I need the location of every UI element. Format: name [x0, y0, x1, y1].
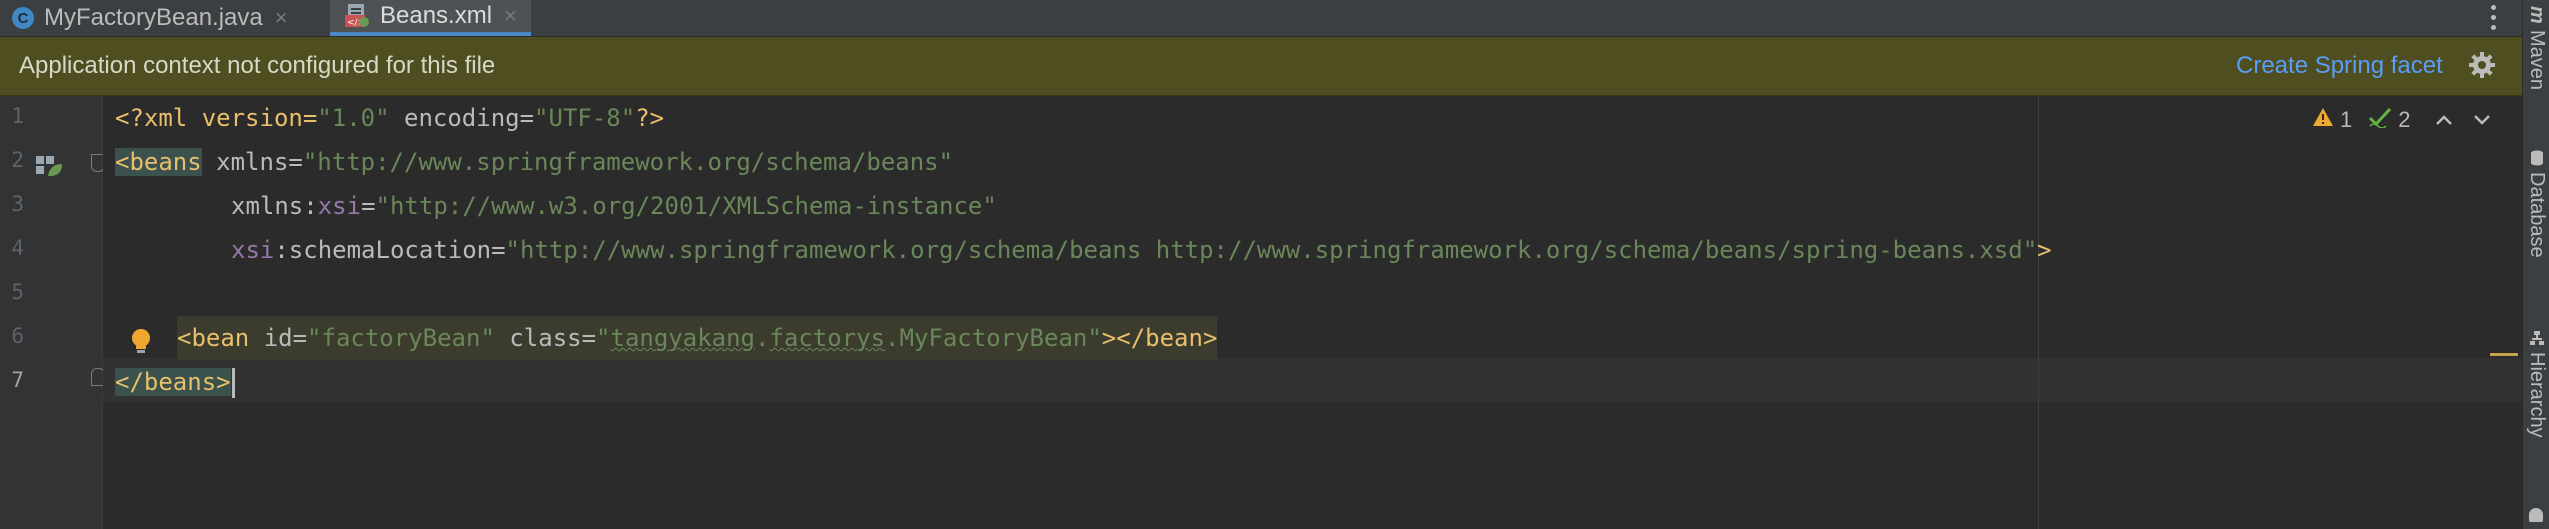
- notification-message: Application context not configured for t…: [19, 52, 496, 79]
- error-stripe-mark[interactable]: [2490, 353, 2518, 356]
- spring-xml-icon: </>: [344, 3, 370, 29]
- chevron-down-icon[interactable]: [2473, 107, 2491, 133]
- current-line-highlight: [103, 358, 2522, 402]
- bell-icon[interactable]: [2529, 508, 2543, 522]
- code-line-4: xsi:schemaLocation="http://www.springfra…: [231, 236, 2052, 264]
- maven-icon: m: [2526, 6, 2548, 24]
- more-options-icon[interactable]: [2488, 2, 2498, 32]
- code-editor[interactable]: <?xml version="1.0" encoding="UTF-8"?> <…: [103, 96, 2522, 529]
- close-icon[interactable]: ×: [275, 5, 288, 31]
- tab-label: Beans.xml: [380, 2, 493, 29]
- line-number: 4: [11, 236, 24, 260]
- weak-warning-icon: [2368, 106, 2392, 134]
- warning-icon: [2312, 107, 2334, 133]
- database-tool-button[interactable]: Database: [2523, 150, 2549, 258]
- line-number: 1: [11, 104, 24, 128]
- tab-beans-xml[interactable]: </> Beans.xml ×: [330, 0, 531, 36]
- code-line-2: <beans xmlns="http://www.springframework…: [115, 148, 954, 176]
- line-number: 5: [11, 280, 24, 304]
- hierarchy-label: Hierarchy: [2526, 352, 2548, 438]
- code-line-7: </beans>: [115, 360, 235, 404]
- tab-label: MyFactoryBean.java: [44, 4, 263, 31]
- warning-count: 1: [2340, 107, 2353, 132]
- database-icon: [2525, 150, 2548, 166]
- right-tool-strip: m Maven Database Hierarchy: [2522, 0, 2549, 529]
- spring-beans-gutter-icon[interactable]: [36, 154, 64, 183]
- line-number: 6: [11, 324, 24, 348]
- tab-myfactorybean-java[interactable]: C MyFactoryBean.java ×: [12, 0, 288, 36]
- inspection-widget[interactable]: 1 2: [2312, 104, 2491, 136]
- hierarchy-tool-button[interactable]: Hierarchy: [2523, 330, 2549, 438]
- weak-warning-count: 2: [2398, 107, 2411, 132]
- line-number-gutter[interactable]: 1 2 3 4 5 6 7: [0, 96, 105, 529]
- text-caret: [231, 368, 235, 398]
- chevron-up-icon[interactable]: [2435, 107, 2453, 133]
- lightbulb-icon[interactable]: [129, 328, 153, 361]
- spring-context-notification: Application context not configured for t…: [0, 37, 2522, 96]
- maven-label: Maven: [2526, 29, 2548, 90]
- hierarchy-icon: [2525, 330, 2548, 346]
- code-line-3: xmlns:xsi="http://www.w3.org/2001/XMLSch…: [231, 192, 997, 220]
- line-number: 3: [11, 192, 24, 216]
- database-label: Database: [2526, 172, 2548, 258]
- line-number: 2: [11, 148, 24, 172]
- right-margin-guide: [2038, 96, 2039, 529]
- code-line-6: <bean id="factoryBean" class="tangyakang…: [177, 316, 1218, 360]
- maven-tool-button[interactable]: m Maven: [2523, 6, 2549, 90]
- java-class-icon: C: [12, 7, 34, 29]
- editor-tab-bar: C MyFactoryBean.java × </> Beans.xml ×: [0, 0, 2522, 37]
- gear-icon[interactable]: [2466, 49, 2498, 81]
- close-icon[interactable]: ×: [504, 3, 517, 29]
- code-line-1: <?xml version="1.0" encoding="UTF-8"?>: [115, 104, 665, 132]
- create-spring-facet-link[interactable]: Create Spring facet: [2236, 52, 2443, 80]
- line-number: 7: [11, 368, 24, 392]
